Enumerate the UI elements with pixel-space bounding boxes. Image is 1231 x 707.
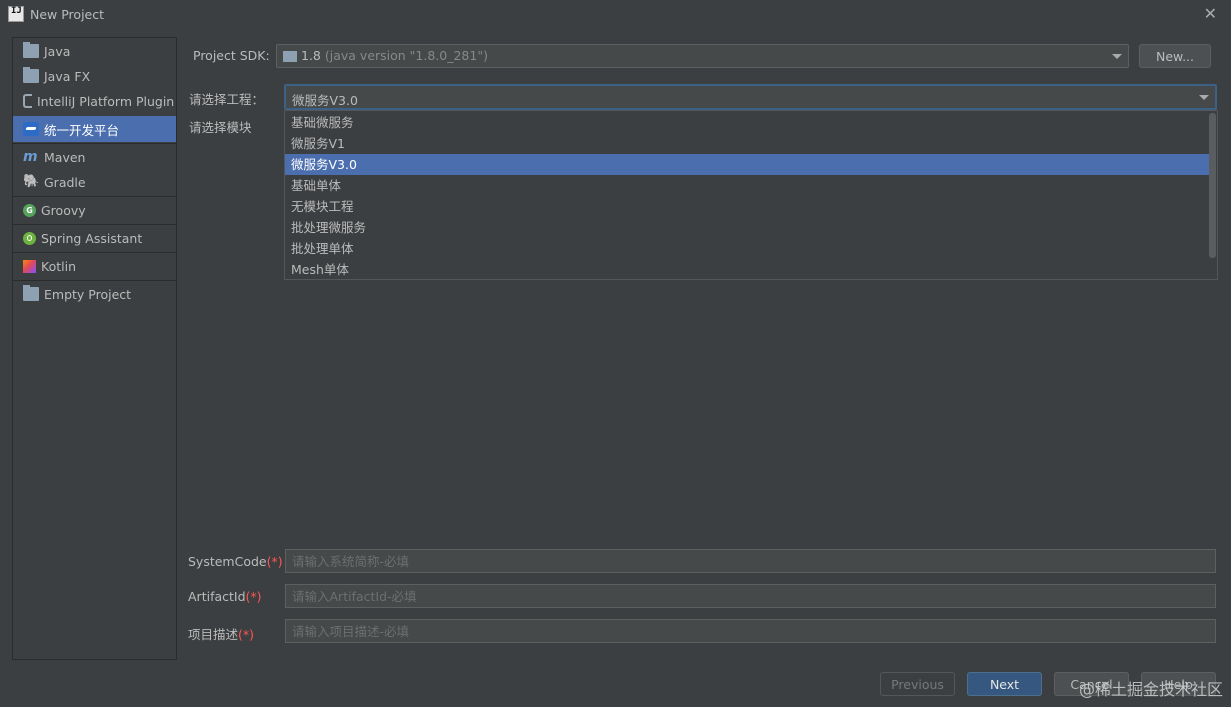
sidebar-item-javafx[interactable]: Java FX [13,63,176,89]
platform-icon [23,122,39,136]
chevron-down-icon [1199,95,1209,100]
folder-icon [23,285,39,301]
sidebar-item-label: Spring Assistant [41,230,143,246]
folder-icon [23,67,39,83]
sidebar-item-unified-platform[interactable]: 统一开发平台 [13,116,176,142]
gradle-icon: 🐘 [23,174,40,189]
title-bar: IJ New Project ✕ [0,0,1231,30]
folder-icon [283,51,297,62]
system-code-input[interactable] [286,550,1215,572]
description-label: 项目描述(*) [188,627,255,642]
sdk-version-hint: (java version "1.8.0_281") [324,48,488,63]
project-select-label: 请选择工程： [189,92,265,107]
intellij-logo-icon: IJ [8,6,24,22]
project-select-value: 微服务V3.0 [292,93,358,108]
sidebar-item-empty-project[interactable]: Empty Project [13,281,176,307]
sidebar-item-label: Empty Project [44,286,132,302]
dropdown-option[interactable]: 批处理微服务 [285,217,1209,238]
app-icon-text: IJ [11,6,22,16]
project-select[interactable]: 微服务V3.0 [284,84,1217,110]
window-title: New Project [30,7,105,22]
module-select-label: 请选择模块 [189,120,252,135]
sidebar-item-label: Java FX [44,68,91,84]
sidebar-item-gradle[interactable]: 🐘 Gradle [13,169,176,195]
required-mark: (*) [266,554,283,569]
next-button[interactable]: Next [967,672,1042,696]
sidebar-item-label: Java [44,43,71,59]
sidebar-item-groovy[interactable]: G Groovy [13,197,176,223]
sidebar-item-java[interactable]: Java [13,38,176,64]
sidebar-item-intellij-platform-plugin[interactable]: IntelliJ Platform Plugin [13,88,176,114]
dropdown-option[interactable]: 微服务V1 [285,133,1209,154]
watermark: @稀土掘金技术社区 [1078,680,1223,699]
sdk-value: 1.8 [301,48,321,63]
dropdown-option[interactable]: 基础微服务 [285,112,1209,133]
project-dropdown-list: 基础微服务 微服务V1 微服务V3.0 基础单体 无模块工程 批处理微服务 批处… [284,110,1218,280]
artifact-id-label: ArtifactId(*) [188,589,262,604]
required-mark: (*) [245,589,262,604]
spring-icon [23,231,36,245]
dropdown-option-selected[interactable]: 微服务V3.0 [285,154,1209,175]
sidebar-item-maven[interactable]: m Maven [13,144,176,170]
sidebar-item-spring-assistant[interactable]: Spring Assistant [13,225,176,251]
sidebar-item-label: 统一开发平台 [44,122,120,138]
sidebar-item-label: Groovy [41,202,86,218]
maven-icon: m [23,149,38,165]
dropdown-option[interactable]: 无模块工程 [285,196,1209,217]
chevron-down-icon [1112,54,1122,59]
system-code-field[interactable] [285,549,1216,573]
dropdown-option[interactable]: 基础单体 [285,175,1209,196]
sidebar-item-label: Gradle [44,174,86,190]
sidebar-item-label: IntelliJ Platform Plugin [37,93,175,109]
sidebar-item-kotlin[interactable]: Kotlin [13,253,176,279]
artifact-id-field[interactable] [285,584,1216,608]
artifact-id-input[interactable] [286,585,1215,607]
dropdown-scrollbar[interactable] [1209,113,1216,258]
required-mark: (*) [238,627,255,642]
dropdown-option[interactable]: Mesh单体 [285,259,1209,280]
new-sdk-button[interactable]: New... [1139,44,1211,68]
dropdown-option[interactable]: 批处理单体 [285,238,1209,259]
project-type-list: Java Java FX IntelliJ Platform Plugin 统一… [12,37,177,660]
previous-button[interactable]: Previous [880,672,955,696]
sidebar-item-label: Kotlin [41,258,76,274]
system-code-label: SystemCode(*) [188,554,283,569]
description-field[interactable] [285,619,1216,643]
sdk-label: Project SDK: [193,48,270,63]
plugin-icon [23,94,32,108]
folder-icon [23,42,39,58]
sdk-select[interactable]: 1.8 (java version "1.8.0_281") [276,44,1129,68]
groovy-icon: G [23,203,36,217]
sidebar-item-label: Maven [44,149,86,165]
kotlin-icon [23,259,36,273]
description-input[interactable] [286,620,1215,642]
close-icon[interactable]: ✕ [1204,4,1217,23]
